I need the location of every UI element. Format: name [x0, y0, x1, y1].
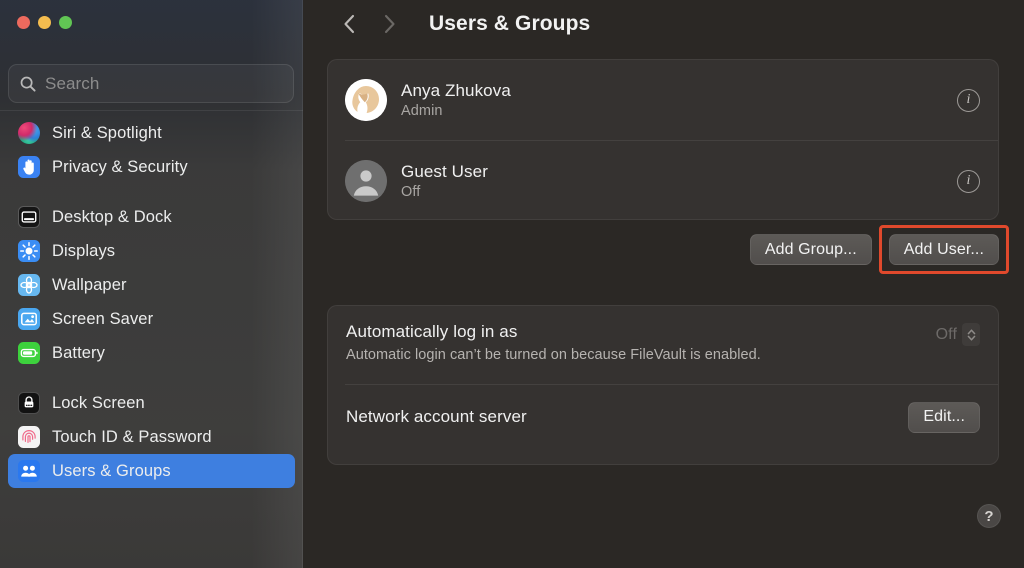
content-header: Users & Groups	[303, 0, 1024, 48]
users-card: Anya Zhukova Admin i Guest User Off i	[327, 59, 999, 220]
hand-icon	[18, 156, 40, 178]
sidebar-item-label: Desktop & Dock	[52, 207, 172, 226]
network-account-server-row: Network account server Edit...	[328, 385, 998, 449]
network-account-server-label: Network account server	[346, 407, 527, 426]
sidebar-item-wallpaper[interactable]: Wallpaper	[8, 268, 295, 302]
info-icon[interactable]: i	[957, 88, 980, 112]
sidebar-nav: Siri & Spotlight Privacy & Security Desk…	[0, 116, 303, 488]
table-row[interactable]: Anya Zhukova Admin i	[328, 60, 998, 140]
sidebar-item-label: Lock Screen	[52, 393, 145, 412]
sidebar-item-touch-id-and-password[interactable]: Touch ID & Password	[8, 420, 295, 454]
options-card: Automatically log in as Automatic login …	[327, 305, 999, 465]
auto-login-popup[interactable]: Off	[936, 323, 980, 346]
add-user-button-wrapper: Add User...	[878, 225, 1009, 274]
forward-button[interactable]	[369, 5, 409, 43]
user-name: Guest User	[401, 162, 488, 181]
user-text: Anya Zhukova Admin	[401, 81, 943, 119]
sidebar-item-label: Users & Groups	[52, 461, 171, 480]
auto-login-row: Automatically log in as Automatic login …	[328, 306, 998, 384]
sidebar-item-lock-screen[interactable]: Lock Screen	[8, 386, 295, 420]
back-button[interactable]	[329, 5, 369, 43]
page-title: Users & Groups	[429, 12, 591, 35]
chevron-updown-icon	[962, 323, 980, 346]
sidebar-item-label: Siri & Spotlight	[52, 123, 162, 142]
sidebar-item-displays[interactable]: Displays	[8, 234, 295, 268]
sidebar-item-users-and-groups[interactable]: Users & Groups	[8, 454, 295, 488]
info-icon[interactable]: i	[957, 169, 980, 193]
guest-avatar	[345, 160, 387, 202]
sidebar-item-desktop-and-dock[interactable]: Desktop & Dock	[8, 200, 295, 234]
minimize-button[interactable]	[38, 16, 51, 29]
sidebar: Search Siri & Spotlight Privacy & Securi…	[0, 0, 303, 568]
sidebar-item-label: Privacy & Security	[52, 157, 188, 176]
search-field[interactable]: Search	[8, 64, 294, 103]
search-placeholder: Search	[45, 73, 100, 93]
zoom-button[interactable]	[59, 16, 72, 29]
user-status: Off	[401, 184, 421, 200]
user-text: Guest User Off	[401, 162, 943, 200]
user-name: Anya Zhukova	[401, 81, 511, 100]
system-settings-window: Search Siri & Spotlight Privacy & Securi…	[0, 0, 1024, 568]
fingerprint-icon	[18, 426, 40, 448]
auto-login-value: Off	[935, 325, 957, 343]
sidebar-item-label: Displays	[52, 241, 116, 260]
sidebar-divider	[0, 110, 303, 111]
edit-button[interactable]: Edit...	[908, 401, 980, 433]
flower-icon	[18, 274, 40, 296]
battery-icon	[18, 342, 40, 364]
help-button[interactable]: ?	[977, 504, 1001, 528]
chevron-right-icon	[384, 14, 395, 34]
sidebar-item-siri-and-spotlight[interactable]: Siri & Spotlight	[8, 116, 295, 150]
sidebar-item-label: Screen Saver	[52, 309, 154, 328]
anya-avatar	[345, 79, 387, 121]
sidebar-item-privacy-and-security[interactable]: Privacy & Security	[8, 150, 295, 184]
users-icon	[18, 460, 40, 482]
sidebar-item-label: Wallpaper	[52, 275, 127, 294]
user-status: Admin	[401, 103, 443, 119]
lock-icon	[18, 392, 40, 414]
siri-icon	[18, 122, 40, 144]
add-group-button[interactable]: Add Group...	[749, 234, 872, 265]
search-container: Search	[8, 64, 294, 103]
chevron-left-icon	[343, 14, 354, 34]
auto-login-description: Automatic login can’t be turned on becau…	[346, 347, 761, 363]
sidebar-item-label: Battery	[52, 343, 105, 362]
add-user-button[interactable]: Add User...	[888, 234, 999, 265]
auto-login-text: Automatically log in as Automatic login …	[346, 322, 926, 363]
table-row[interactable]: Guest User Off i	[328, 141, 998, 221]
action-buttons: Add Group... Add User...	[327, 225, 1009, 274]
close-button[interactable]	[17, 16, 30, 29]
brightness-icon	[18, 240, 40, 262]
main-content: Users & Groups Anya Zhukova Admin i Gues…	[303, 0, 1024, 568]
auto-login-label: Automatically log in as	[346, 322, 518, 341]
sidebar-item-label: Touch ID & Password	[52, 427, 212, 446]
desktop-icon	[18, 206, 40, 228]
window-controls	[17, 16, 72, 29]
sidebar-item-screen-saver[interactable]: Screen Saver	[8, 302, 295, 336]
screensaver-icon	[18, 308, 40, 330]
search-icon	[20, 76, 36, 92]
sidebar-item-battery[interactable]: Battery	[8, 336, 295, 370]
